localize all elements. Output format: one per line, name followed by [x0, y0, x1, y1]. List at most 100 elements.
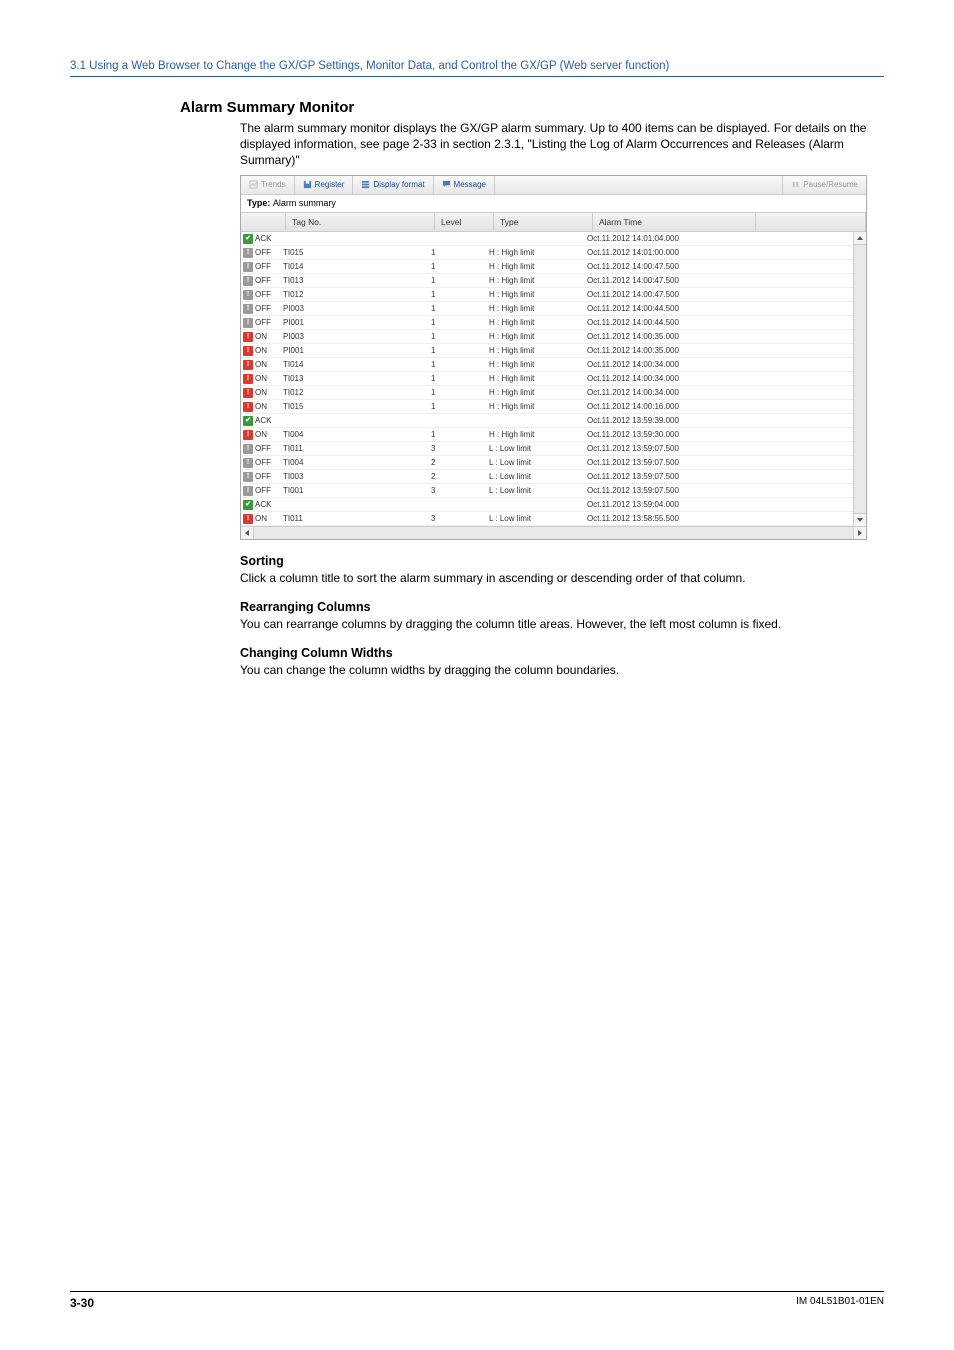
alarm-on-icon: !	[243, 346, 253, 356]
alarm-off-icon: !	[243, 304, 253, 314]
table-row[interactable]: !ONTI0151H : High limitOct.11.2012 14:00…	[241, 400, 853, 414]
level-cell: 1	[425, 305, 483, 313]
table-row[interactable]: !OFFTI0151H : High limitOct.11.2012 14:0…	[241, 246, 853, 260]
horizontal-scrollbar[interactable]	[241, 526, 866, 539]
level-cell: 1	[425, 361, 483, 369]
scroll-up-button[interactable]	[854, 232, 866, 245]
status-label: OFF	[255, 487, 271, 495]
type-cell: H : High limit	[483, 277, 581, 285]
table-row[interactable]: !ONTI0041H : High limitOct.11.2012 13:59…	[241, 428, 853, 442]
type-cell: H : High limit	[483, 347, 581, 355]
alarm-on-icon: !	[243, 402, 253, 412]
tag-cell: TI015	[277, 249, 425, 257]
table-row[interactable]: ACKOct.11.2012 13:59:04.000	[241, 498, 853, 512]
tag-cell: TI014	[277, 263, 425, 271]
pause-resume-button[interactable]: Pause/Resume	[782, 176, 866, 194]
time-cell: Oct.11.2012 13:59:39.000	[581, 417, 743, 425]
table-row[interactable]: !OFFTI0121H : High limitOct.11.2012 14:0…	[241, 288, 853, 302]
trends-icon	[249, 180, 258, 189]
type-cell: H : High limit	[483, 375, 581, 383]
grid-body: ACKOct.11.2012 14:01:04.000!OFFTI0151H :…	[241, 232, 853, 526]
time-cell: Oct.11.2012 13:59:07.500	[581, 445, 743, 453]
display-format-button[interactable]: Display format	[353, 176, 433, 194]
scroll-right-button[interactable]	[853, 527, 866, 539]
tag-cell: PI003	[277, 333, 425, 341]
trends-label: Trends	[261, 181, 286, 189]
table-row[interactable]: !ONTI0121H : High limitOct.11.2012 14:00…	[241, 386, 853, 400]
status-cell: !OFF	[241, 289, 277, 300]
status-label: OFF	[255, 249, 271, 257]
level-cell: 2	[425, 459, 483, 467]
type-cell: L : Low limit	[483, 515, 581, 523]
status-cell: !OFF	[241, 275, 277, 286]
table-row[interactable]: !ONPI0011H : High limitOct.11.2012 14:00…	[241, 344, 853, 358]
alarm-on-icon: !	[243, 430, 253, 440]
table-row[interactable]: !ONTI0131H : High limitOct.11.2012 14:00…	[241, 372, 853, 386]
tag-cell: TI003	[277, 473, 425, 481]
status-label: OFF	[255, 319, 271, 327]
table-row[interactable]: !OFFTI0013L : Low limitOct.11.2012 13:59…	[241, 484, 853, 498]
ack-icon	[243, 500, 253, 510]
alarm-off-icon: !	[243, 458, 253, 468]
alarm-off-icon: !	[243, 290, 253, 300]
time-cell: Oct.11.2012 14:00:47.500	[581, 277, 743, 285]
time-cell: Oct.11.2012 14:00:16.000	[581, 403, 743, 411]
col-tag-header[interactable]: Tag No.	[286, 213, 435, 232]
message-button[interactable]: Message	[434, 176, 495, 194]
status-cell: !ON	[241, 513, 277, 524]
table-row[interactable]: !ONTI0141H : High limitOct.11.2012 14:00…	[241, 358, 853, 372]
grid-header: Tag No. Level Type Alarm Time	[241, 213, 866, 233]
alarm-on-icon: !	[243, 514, 253, 524]
status-cell: ACK	[241, 415, 277, 426]
tag-cell: PI003	[277, 305, 425, 313]
table-row[interactable]: !OFFTI0113L : Low limitOct.11.2012 13:59…	[241, 442, 853, 456]
type-cell: H : High limit	[483, 249, 581, 257]
status-cell: !OFF	[241, 471, 277, 482]
col-type-header[interactable]: Type	[494, 213, 593, 232]
rearranging-body: You can rearrange columns by dragging th…	[240, 616, 874, 632]
chevron-down-icon	[857, 518, 863, 522]
time-cell: Oct.11.2012 13:59:04.000	[581, 501, 743, 509]
status-cell: !OFF	[241, 317, 277, 328]
table-row[interactable]: !OFFTI0131H : High limitOct.11.2012 14:0…	[241, 274, 853, 288]
level-cell: 3	[425, 487, 483, 495]
widths-body: You can change the column widths by drag…	[240, 662, 874, 678]
time-cell: Oct.11.2012 14:00:34.000	[581, 389, 743, 397]
alarm-summary-screenshot: Trends Register Display format Message P…	[240, 175, 867, 541]
register-button[interactable]: Register	[295, 176, 354, 194]
tag-cell: TI012	[277, 389, 425, 397]
col-time-header[interactable]: Alarm Time	[593, 213, 756, 232]
table-row[interactable]: !OFFPI0031H : High limitOct.11.2012 14:0…	[241, 302, 853, 316]
time-cell: Oct.11.2012 14:00:47.500	[581, 291, 743, 299]
scroll-down-button[interactable]	[854, 513, 866, 526]
scroll-left-button[interactable]	[241, 527, 254, 539]
table-row[interactable]: !ONTI0113L : Low limitOct.11.2012 13:58:…	[241, 512, 853, 526]
time-cell: Oct.11.2012 13:59:07.500	[581, 487, 743, 495]
col-level-header[interactable]: Level	[435, 213, 494, 232]
type-cell: H : High limit	[483, 319, 581, 327]
section-link: 3.1 Using a Web Browser to Change the GX…	[70, 60, 884, 77]
ack-icon	[243, 234, 253, 244]
status-label: OFF	[255, 459, 271, 467]
alarm-off-icon: !	[243, 262, 253, 272]
alarm-on-icon: !	[243, 374, 253, 384]
status-label: ON	[255, 431, 267, 439]
register-label: Register	[315, 181, 345, 189]
time-cell: Oct.11.2012 13:59:07.500	[581, 473, 743, 481]
table-row[interactable]: ACK Oct.11.2012 13:59:39.000	[241, 414, 853, 428]
table-row[interactable]: !OFFTI0141H : High limitOct.11.2012 14:0…	[241, 260, 853, 274]
vertical-scrollbar[interactable]	[853, 232, 866, 526]
level-cell: 1	[425, 319, 483, 327]
table-row[interactable]: !OFFTI0042L : Low limitOct.11.2012 13:59…	[241, 456, 853, 470]
type-cell: H : High limit	[483, 263, 581, 271]
trends-button[interactable]: Trends	[241, 176, 295, 194]
status-cell: !OFF	[241, 457, 277, 468]
table-row[interactable]: !ONPI0031H : High limitOct.11.2012 14:00…	[241, 330, 853, 344]
table-row[interactable]: !OFFPI0011H : High limitOct.11.2012 14:0…	[241, 316, 853, 330]
alarm-on-icon: !	[243, 388, 253, 398]
col-status-header[interactable]	[241, 213, 286, 232]
tag-cell: TI011	[277, 445, 425, 453]
table-row[interactable]: !OFFTI0032L : Low limitOct.11.2012 13:59…	[241, 470, 853, 484]
table-row[interactable]: ACKOct.11.2012 14:01:04.000	[241, 232, 853, 246]
alarm-off-icon: !	[243, 248, 253, 258]
